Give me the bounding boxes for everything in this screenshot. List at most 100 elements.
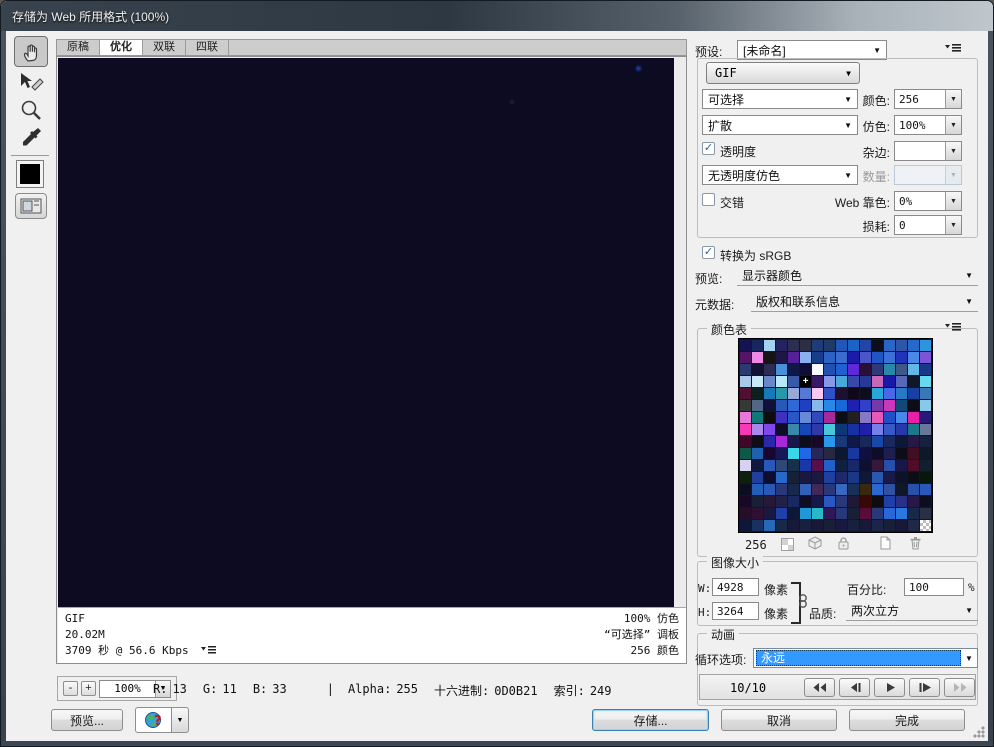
color-swatch[interactable] xyxy=(812,520,823,531)
color-swatch[interactable] xyxy=(848,364,859,375)
color-swatch[interactable] xyxy=(764,508,775,519)
color-swatch[interactable] xyxy=(848,460,859,471)
color-swatch[interactable] xyxy=(776,484,787,495)
color-swatch[interactable] xyxy=(836,388,847,399)
color-swatch[interactable] xyxy=(872,352,883,363)
color-swatch[interactable] xyxy=(776,496,787,507)
colors-select[interactable]: 256 ▼ xyxy=(894,89,962,109)
color-swatch[interactable] xyxy=(740,340,751,351)
color-swatch[interactable] xyxy=(824,472,835,483)
color-swatch[interactable] xyxy=(752,520,763,531)
color-swatch[interactable] xyxy=(764,436,775,447)
color-swatch[interactable] xyxy=(848,520,859,531)
color-swatch[interactable] xyxy=(860,436,871,447)
color-swatch[interactable] xyxy=(908,364,919,375)
color-swatch[interactable] xyxy=(860,352,871,363)
color-swatch[interactable] xyxy=(812,388,823,399)
color-swatch[interactable] xyxy=(800,460,811,471)
delete-color-icon[interactable] xyxy=(907,535,923,551)
color-swatch[interactable] xyxy=(896,484,907,495)
color-swatch[interactable] xyxy=(848,340,859,351)
color-swatch[interactable] xyxy=(884,520,895,531)
info-menu-icon[interactable] xyxy=(201,645,217,654)
color-swatch[interactable] xyxy=(896,508,907,519)
color-swatch[interactable] xyxy=(800,484,811,495)
metadata-select[interactable]: 版权和联系信息 ▼ xyxy=(751,292,978,312)
color-swatch[interactable] xyxy=(896,496,907,507)
color-swatch[interactable] xyxy=(752,400,763,411)
color-swatch[interactable] xyxy=(800,424,811,435)
dropdown-arrow-icon[interactable]: ▼ xyxy=(945,142,961,160)
color-swatch[interactable] xyxy=(824,496,835,507)
quality-select[interactable]: 两次立方 ▼ xyxy=(846,601,978,621)
color-swatch[interactable] xyxy=(764,484,775,495)
color-swatch[interactable] xyxy=(788,496,799,507)
color-swatch[interactable] xyxy=(896,460,907,471)
color-swatch[interactable] xyxy=(824,460,835,471)
color-swatch[interactable] xyxy=(848,508,859,519)
color-swatch[interactable] xyxy=(776,400,787,411)
color-swatch[interactable] xyxy=(764,352,775,363)
color-swatch[interactable] xyxy=(848,472,859,483)
tab-2up[interactable]: 双联 xyxy=(143,40,186,55)
color-swatch[interactable] xyxy=(896,352,907,363)
color-swatch[interactable] xyxy=(848,412,859,423)
color-swatch[interactable] xyxy=(740,388,751,399)
color-swatch[interactable] xyxy=(872,388,883,399)
color-swatch[interactable] xyxy=(908,484,919,495)
color-swatch[interactable] xyxy=(908,472,919,483)
color-swatch[interactable] xyxy=(740,364,751,375)
color-swatch[interactable] xyxy=(752,448,763,459)
color-swatch[interactable] xyxy=(860,412,871,423)
color-swatch[interactable] xyxy=(920,424,931,435)
color-swatch[interactable] xyxy=(908,388,919,399)
color-swatch[interactable] xyxy=(788,352,799,363)
color-swatch[interactable] xyxy=(848,352,859,363)
color-swatch[interactable] xyxy=(788,340,799,351)
color-swatch[interactable] xyxy=(872,340,883,351)
color-swatch[interactable] xyxy=(776,508,787,519)
color-swatch[interactable] xyxy=(812,352,823,363)
color-swatch[interactable] xyxy=(824,364,835,375)
color-swatch[interactable] xyxy=(920,508,931,519)
color-swatch[interactable] xyxy=(764,412,775,423)
color-swatch[interactable] xyxy=(752,412,763,423)
color-swatch[interactable] xyxy=(824,376,835,387)
color-swatch[interactable] xyxy=(824,340,835,351)
color-swatch[interactable] xyxy=(752,364,763,375)
color-swatch[interactable] xyxy=(908,520,919,531)
color-swatch[interactable] xyxy=(800,400,811,411)
color-swatch[interactable] xyxy=(812,472,823,483)
color-swatch[interactable] xyxy=(764,448,775,459)
color-swatch[interactable] xyxy=(884,388,895,399)
browser-select-splitbutton[interactable]: ? ▼ xyxy=(135,707,189,733)
color-swatch[interactable] xyxy=(860,496,871,507)
color-swatch[interactable] xyxy=(764,388,775,399)
color-swatch[interactable] xyxy=(800,436,811,447)
last-frame-button[interactable] xyxy=(944,678,975,697)
color-swatch[interactable] xyxy=(812,448,823,459)
color-swatch[interactable] xyxy=(860,472,871,483)
eyedropper-tool-button[interactable] xyxy=(17,124,45,152)
color-swatch[interactable] xyxy=(860,340,871,351)
color-swatch[interactable] xyxy=(884,340,895,351)
color-swatch[interactable] xyxy=(764,460,775,471)
color-swatch[interactable] xyxy=(860,388,871,399)
color-swatch[interactable] xyxy=(908,460,919,471)
color-swatch[interactable] xyxy=(860,376,871,387)
color-swatch[interactable] xyxy=(884,496,895,507)
browser-dropdown-arrow-icon[interactable]: ▼ xyxy=(172,707,189,733)
color-swatch[interactable] xyxy=(824,352,835,363)
color-swatch[interactable] xyxy=(812,364,823,375)
color-swatch[interactable] xyxy=(920,412,931,423)
preview-mode-select[interactable]: 显示器颜色 ▼ xyxy=(737,266,978,286)
done-button[interactable]: 完成 xyxy=(849,709,965,731)
color-swatch[interactable] xyxy=(836,472,847,483)
color-swatch[interactable] xyxy=(776,448,787,459)
color-swatch[interactable] xyxy=(920,340,931,351)
color-swatch[interactable] xyxy=(740,400,751,411)
color-swatch[interactable] xyxy=(740,460,751,471)
color-swatch[interactable] xyxy=(872,508,883,519)
color-swatch[interactable] xyxy=(776,388,787,399)
color-swatch[interactable] xyxy=(860,364,871,375)
